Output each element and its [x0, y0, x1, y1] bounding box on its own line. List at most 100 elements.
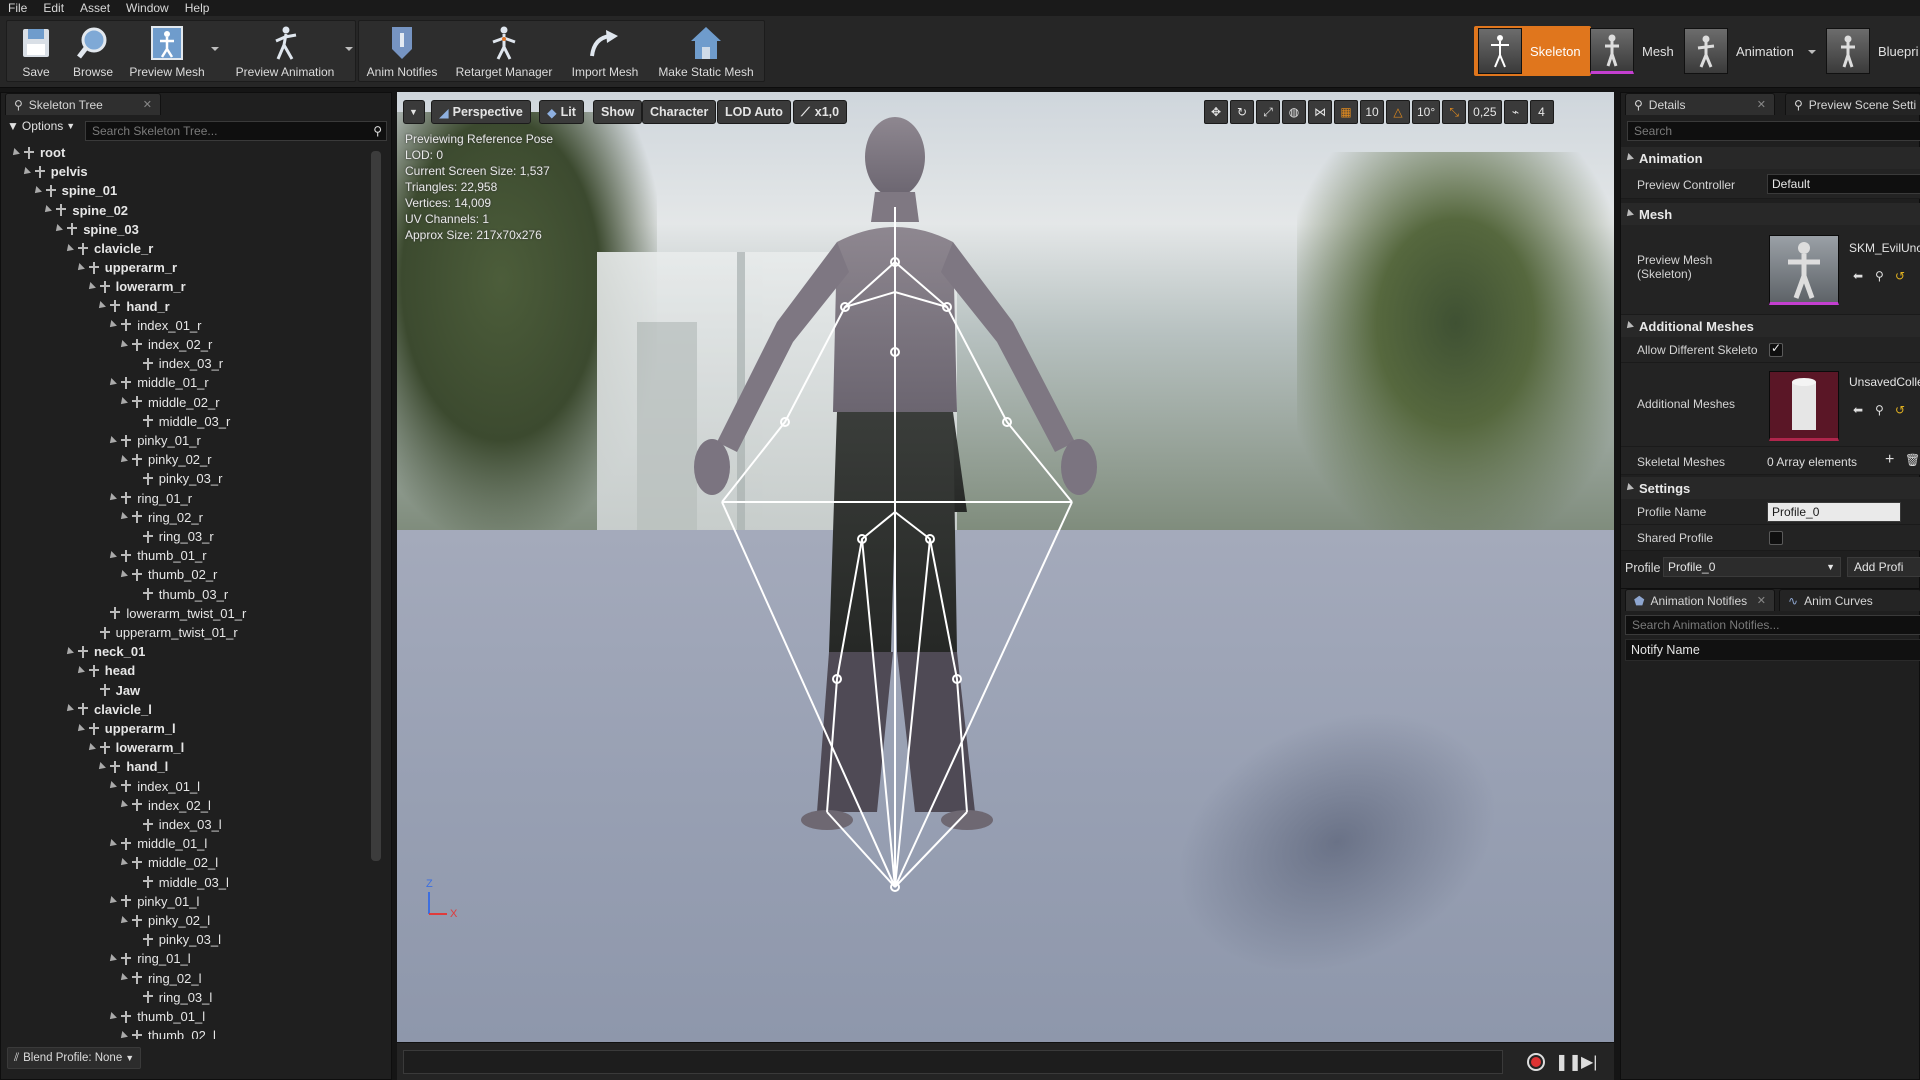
tree-row-lowerarm_twist_01_r[interactable]: lowerarm_twist_01_r: [97, 604, 246, 623]
tree-row-ring_02_l[interactable]: ring_02_l: [118, 969, 202, 988]
preview-mesh-button[interactable]: Preview Mesh: [125, 21, 209, 83]
tab-details[interactable]: ⚲ Details ✕: [1625, 93, 1775, 115]
expand-arrow-icon[interactable]: [31, 185, 42, 196]
lod-button[interactable]: LOD Auto: [717, 100, 791, 124]
expand-arrow-icon[interactable]: [64, 704, 74, 715]
section-settings[interactable]: Settings: [1621, 477, 1920, 499]
browse-asset-icon[interactable]: ⚲: [1875, 269, 1884, 283]
tree-row-middle_03_r[interactable]: middle_03_r: [130, 412, 230, 431]
tree-row-pinky_02_r[interactable]: pinky_02_r: [118, 450, 212, 469]
tree-row-pinky_01_l[interactable]: pinky_01_l: [107, 892, 199, 911]
close-icon[interactable]: ✕: [143, 98, 152, 111]
lit-button[interactable]: ◆ Lit: [539, 100, 584, 124]
expand-arrow-icon[interactable]: [118, 973, 128, 984]
reset-icon[interactable]: ↺: [1895, 269, 1905, 283]
tree-row-pinky_03_l[interactable]: pinky_03_l: [130, 930, 221, 949]
preview-mesh-dropdown-arrow[interactable]: [211, 47, 219, 51]
scale-icon[interactable]: ⤢: [1256, 100, 1280, 124]
expand-arrow-icon[interactable]: [107, 838, 118, 849]
browse-asset-icon[interactable]: ⚲: [1875, 403, 1884, 417]
close-icon[interactable]: ✕: [1757, 594, 1766, 607]
tree-row-pinky_02_l[interactable]: pinky_02_l: [118, 911, 210, 930]
tree-row-middle_01_l[interactable]: middle_01_l: [107, 834, 207, 853]
expand-arrow-icon[interactable]: [118, 569, 128, 580]
profile-dropdown[interactable]: Profile_0 ▼: [1663, 557, 1841, 577]
use-selected-icon[interactable]: ⬅: [1853, 269, 1863, 283]
preview-animation-button[interactable]: Preview Animation: [227, 21, 343, 83]
menu-window[interactable]: Window: [118, 0, 177, 16]
expand-arrow-icon[interactable]: [107, 320, 118, 331]
scale-snap-icon[interactable]: ⤡: [1442, 100, 1467, 124]
blend-profile-button[interactable]: ⫽ Blend Profile: None ▼: [7, 1047, 142, 1069]
world-space-icon[interactable]: ◍: [1282, 100, 1306, 124]
translate-icon[interactable]: ✥: [1204, 100, 1228, 124]
delete-icon[interactable]: 🗑: [1905, 453, 1920, 467]
allow-different-skeletons-checkbox[interactable]: ✓: [1769, 341, 1783, 357]
save-button[interactable]: Save: [9, 21, 63, 83]
timeline-track[interactable]: [403, 1050, 1503, 1074]
tree-row-pinky_01_r[interactable]: pinky_01_r: [107, 431, 201, 450]
scale-snap-value[interactable]: 0,25: [1468, 100, 1502, 124]
expand-arrow-icon[interactable]: [85, 742, 96, 753]
mode-tab-animation[interactable]: Animation: [1684, 26, 1794, 76]
tree-row-index_01_l[interactable]: index_01_l: [107, 777, 200, 796]
rotation-snap-value[interactable]: 10°: [1412, 100, 1441, 124]
browse-button[interactable]: Browse: [65, 21, 121, 83]
expand-arrow-icon[interactable]: [74, 723, 85, 734]
close-icon[interactable]: ✕: [1757, 98, 1766, 111]
make-static-mesh-button[interactable]: Make Static Mesh: [651, 21, 761, 83]
expand-arrow-icon[interactable]: [107, 896, 118, 907]
details-search-input[interactable]: Search: [1627, 121, 1920, 141]
shared-profile-checkbox[interactable]: [1769, 531, 1783, 545]
section-additional-meshes[interactable]: Additional Meshes: [1621, 315, 1920, 337]
add-profile-button[interactable]: Add Profi: [1847, 557, 1920, 577]
tree-row-upperarm_l[interactable]: upperarm_l: [74, 719, 176, 738]
tree-row-ring_03_l[interactable]: ring_03_l: [130, 988, 212, 1007]
expand-arrow-icon[interactable]: [118, 454, 128, 465]
show-button[interactable]: Show: [593, 100, 643, 124]
tab-anim-curves[interactable]: ∿ Anim Curves: [1779, 589, 1920, 611]
expand-arrow-icon[interactable]: [96, 301, 107, 312]
expand-arrow-icon[interactable]: [118, 512, 128, 523]
rotate-icon[interactable]: ↻: [1230, 100, 1254, 124]
expand-arrow-icon[interactable]: [64, 646, 74, 657]
tab-animation-notifies[interactable]: ⬟ Animation Notifies ✕: [1625, 589, 1775, 611]
tree-scrollbar[interactable]: [371, 151, 381, 861]
menu-file[interactable]: File: [0, 0, 35, 16]
grid-snap-value[interactable]: 10: [1360, 100, 1384, 124]
tree-row-jaw[interactable]: Jaw: [87, 681, 140, 700]
tree-row-pelvis[interactable]: pelvis: [20, 162, 88, 181]
expand-arrow-icon[interactable]: [107, 493, 118, 504]
record-button[interactable]: [1527, 1053, 1545, 1071]
tree-row-index_02_l[interactable]: index_02_l: [118, 796, 211, 815]
camera-speed-value[interactable]: 4: [1529, 100, 1554, 124]
expand-arrow-icon[interactable]: [118, 915, 128, 926]
expand-arrow-icon[interactable]: [107, 377, 118, 388]
animation-mode-dropdown-arrow[interactable]: [1808, 50, 1816, 54]
notifies-search-input[interactable]: Search Animation Notifies...: [1625, 615, 1920, 635]
tree-row-hand_l[interactable]: hand_l: [96, 757, 168, 776]
profile-name-input[interactable]: Profile_0: [1767, 502, 1901, 522]
tree-row-lowerarm_r[interactable]: lowerarm_r: [85, 277, 186, 296]
section-animation[interactable]: Animation: [1621, 147, 1920, 169]
preview-animation-dropdown-arrow[interactable]: [345, 47, 353, 51]
tree-row-ring_01_r[interactable]: ring_01_r: [107, 489, 192, 508]
tab-preview-scene-settings[interactable]: ⚲ Preview Scene Setti: [1785, 93, 1920, 115]
mode-tab-blueprint[interactable]: Bluepri: [1826, 26, 1918, 76]
tree-row-hand_r[interactable]: hand_r: [96, 297, 170, 316]
expand-arrow-icon[interactable]: [118, 1030, 128, 1039]
tree-row-middle_03_l[interactable]: middle_03_l: [130, 873, 229, 892]
menu-asset[interactable]: Asset: [72, 0, 118, 16]
pause-button[interactable]: ❚❚: [1555, 1052, 1582, 1072]
expand-arrow-icon[interactable]: [53, 224, 64, 235]
tree-row-index_03_r[interactable]: index_03_r: [130, 354, 223, 373]
grid-snap-icon[interactable]: ▦: [1334, 100, 1358, 124]
tab-skeleton-tree[interactable]: ⚲ Skeleton Tree ✕: [5, 93, 161, 115]
tree-row-clavicle_r[interactable]: clavicle_r: [64, 239, 153, 258]
reset-icon[interactable]: ↺: [1895, 403, 1905, 417]
tree-row-pinky_03_r[interactable]: pinky_03_r: [130, 469, 222, 488]
tree-row-middle_01_r[interactable]: middle_01_r: [107, 373, 209, 392]
section-mesh[interactable]: Mesh: [1621, 203, 1920, 225]
expand-arrow-icon[interactable]: [118, 397, 128, 408]
viewport-options-button[interactable]: ▼: [403, 100, 425, 124]
